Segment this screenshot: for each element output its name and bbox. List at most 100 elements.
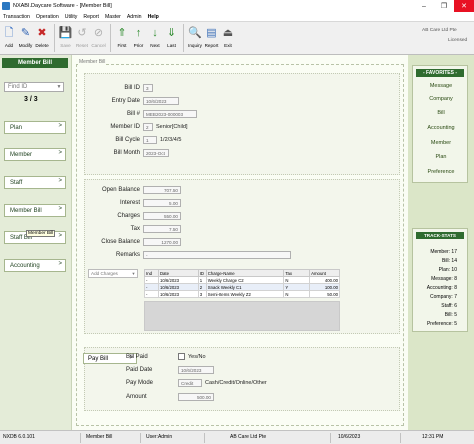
table-row[interactable]: - 10/6/2023 1 Weekly Charge C2 N 400.00: [144, 276, 340, 284]
last-button[interactable]: ⇓ Last: [164, 22, 180, 54]
close-button[interactable]: ✕: [454, 0, 474, 12]
bill-month-field[interactable]: 2023-Oct: [143, 149, 169, 157]
favorites-panel: - FAVORITES - Message Company Bill Accou…: [412, 65, 468, 183]
toolbar-label: Cancel: [91, 43, 106, 48]
sidebar-item-member[interactable]: Member >: [4, 148, 66, 161]
reset-icon: ↺: [77, 27, 87, 39]
paid-date-field[interactable]: 10/6/2023: [178, 366, 214, 374]
delete-button[interactable]: ✖ Delete: [34, 22, 50, 54]
interest-field[interactable]: 5.00: [143, 199, 181, 207]
table-row[interactable]: - 10/6/2023 2 Snack Weekly C1 Y 100.00: [144, 283, 340, 291]
sidebar-item-accounting[interactable]: Accounting >: [4, 259, 66, 272]
bill-number-field[interactable]: MEB2023-000003: [143, 110, 197, 118]
column-header[interactable]: Date: [157, 269, 199, 277]
charges-field[interactable]: 550.00: [143, 212, 181, 220]
amount-field[interactable]: 500.00: [178, 393, 214, 401]
sidebar-item-label: Staff: [10, 179, 23, 186]
table-cell: Y: [283, 283, 311, 291]
table-row[interactable]: - 10/6/2023 3 Semi-Items Weekly Z2 N 50.…: [144, 290, 340, 298]
remarks-field[interactable]: -: [143, 251, 291, 259]
bill-cycle-select[interactable]: 1: [143, 136, 157, 144]
prior-button[interactable]: ↑ Prior: [131, 22, 147, 54]
favorite-company[interactable]: Company: [413, 96, 469, 102]
cancel-button[interactable]: ⊘ Cancel: [91, 22, 107, 54]
column-header[interactable]: Tax: [283, 269, 311, 277]
table-cell: 10/6/2023: [157, 290, 199, 298]
minimize-button[interactable]: –: [414, 0, 434, 12]
save-button[interactable]: 💾 Save: [58, 22, 74, 54]
menu-bar: Transaction Operation Utility Report Mas…: [0, 12, 474, 22]
status-time: 12:31 PM: [422, 434, 444, 440]
add-charges-label: Add Charges: [91, 271, 118, 276]
close-balance-field[interactable]: 1270.00: [143, 238, 181, 246]
toolbar-label: Add: [4, 43, 14, 48]
report-button[interactable]: ▤ Report: [204, 22, 220, 54]
open-balance-field[interactable]: 707.50: [143, 186, 181, 194]
reset-button[interactable]: ↺ Reset: [74, 22, 90, 54]
app-icon: [2, 2, 10, 10]
sidebar-item-staff[interactable]: Staff >: [4, 176, 66, 189]
tooltip: Member Bill: [26, 230, 56, 237]
bill-paid-checkbox[interactable]: [178, 353, 185, 360]
toolbar-label: Delete: [35, 43, 49, 48]
menu-admin[interactable]: Admin: [124, 14, 145, 20]
prior-icon: ↑: [135, 27, 142, 39]
cancel-icon: ⊘: [93, 27, 104, 39]
column-header[interactable]: ID: [197, 269, 207, 277]
table-cell: 10/6/2023: [157, 283, 199, 291]
tax-field[interactable]: 7.50: [143, 225, 181, 233]
exit-button[interactable]: ⏏ Exit: [220, 22, 236, 54]
sidebar-item-label: Plan: [10, 124, 23, 131]
chevron-down-icon[interactable]: ▼: [130, 270, 137, 277]
favorite-plan[interactable]: Plan: [413, 154, 469, 160]
member-id-field[interactable]: 2: [143, 123, 153, 131]
column-header[interactable]: Amount: [309, 269, 340, 277]
menu-operation[interactable]: Operation: [33, 14, 62, 20]
favorite-message[interactable]: Message: [413, 83, 469, 89]
add-charges-dropdown[interactable]: Add Charges ▼: [88, 269, 138, 278]
menu-transaction[interactable]: Transaction: [0, 14, 33, 20]
bill-id-label: Bill ID: [124, 85, 140, 91]
inquiry-button[interactable]: 🔍 Inquiry: [187, 22, 203, 54]
chevron-down-icon[interactable]: ▼: [55, 83, 63, 91]
sidebar-item-plan[interactable]: Plan >: [4, 121, 66, 134]
column-header[interactable]: Ind: [144, 269, 159, 277]
modify-button[interactable]: ✎ Modify: [18, 22, 34, 54]
last-icon: ⇓: [166, 27, 177, 39]
first-button[interactable]: ⇑ First: [114, 22, 130, 54]
table-cell: 400.00: [309, 276, 340, 284]
inquiry-icon: 🔍: [188, 27, 202, 39]
column-header[interactable]: Charge-Name: [205, 269, 285, 277]
toolbar-label: Inquiry: [188, 43, 202, 48]
favorite-preference[interactable]: Preference: [413, 169, 469, 175]
member-name: Senior[Child]: [156, 124, 188, 130]
add-button[interactable]: 🗋 Add: [1, 22, 17, 54]
menu-report[interactable]: Report: [80, 14, 102, 20]
menu-master[interactable]: Master: [102, 14, 124, 20]
menu-utility[interactable]: Utility: [62, 14, 81, 20]
menu-help[interactable]: Help: [145, 14, 162, 20]
right-panel: AB Care Ltd Pte Licensed - FAVORITES - M…: [408, 28, 474, 430]
status-user: User:Admin: [146, 434, 173, 440]
status-divider: [330, 433, 331, 443]
stat-item: Member: 17: [430, 249, 457, 255]
next-button[interactable]: ↓ Next: [147, 22, 163, 54]
bill-id-field[interactable]: 3: [143, 84, 153, 92]
favorite-bill[interactable]: Bill: [413, 110, 469, 116]
find-id-dropdown[interactable]: Find ID ▼: [4, 82, 64, 92]
window-title: NXABI.Daycare Software - [Member Bill]: [13, 3, 112, 9]
pay-mode-select[interactable]: Credit: [178, 379, 202, 387]
status-divider: [140, 433, 141, 443]
stat-item: Preference: 5: [426, 321, 457, 327]
favorite-member[interactable]: Member: [413, 140, 469, 146]
favorites-title: - FAVORITES -: [416, 69, 464, 77]
entry-date-field[interactable]: 10/6/2023: [143, 97, 179, 105]
table-cell: Semi-Items Weekly Z2: [205, 290, 285, 298]
pay-bill-label: Pay Bill: [88, 355, 109, 362]
maximize-button[interactable]: ❐: [434, 0, 454, 12]
stat-item: Bill: 14: [441, 258, 457, 264]
favorite-accounting[interactable]: Accounting: [413, 125, 469, 131]
toolbar-label: Prior: [133, 43, 144, 48]
left-sidebar: Member Bill Find ID ▼ 3 / 3 Plan > Member…: [0, 55, 72, 430]
sidebar-item-member-bill[interactable]: Member Bill >: [4, 204, 66, 217]
